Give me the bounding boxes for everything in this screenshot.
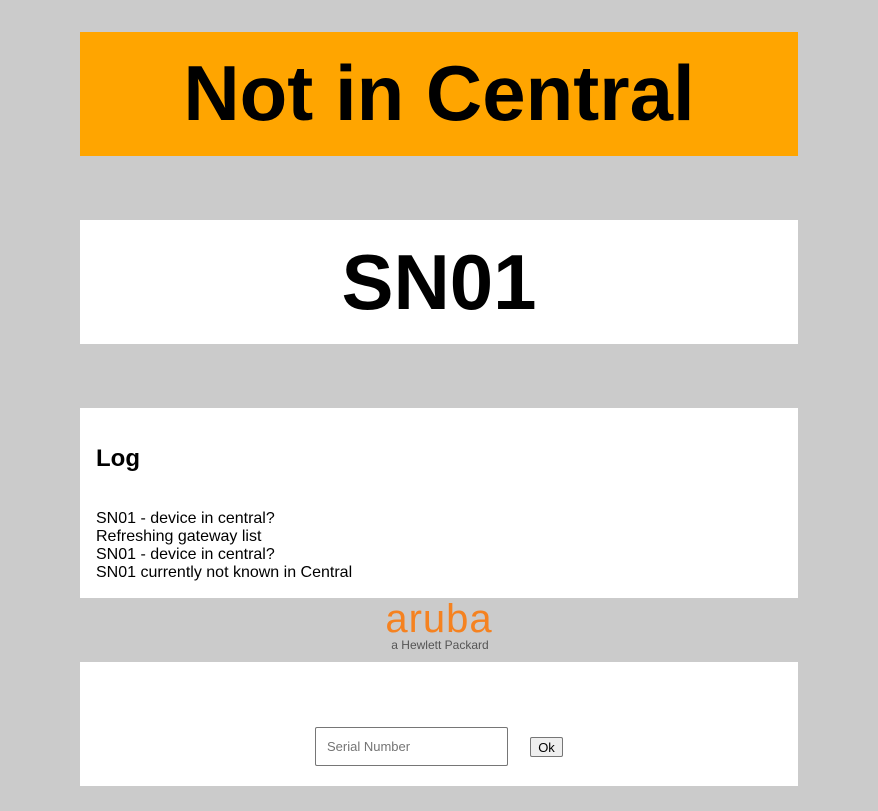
log-entry: SN01 - device in central?: [96, 546, 275, 563]
aruba-wordmark: aruba: [385, 602, 492, 640]
serial-form-panel: Ok: [80, 662, 798, 786]
serial-number-display: SN01: [341, 238, 537, 326]
logo-tagline: a Hewlett Packard: [391, 638, 489, 652]
logo-wordmark-text: aruba: [385, 602, 492, 640]
serial-display-panel: SN01: [80, 220, 798, 344]
log-list: SN01 - device in central? Refreshing gat…: [96, 510, 352, 582]
log-title: Log: [96, 445, 140, 472]
ok-button[interactable]: Ok: [530, 737, 563, 757]
status-banner: Not in Central: [80, 32, 798, 156]
log-panel: Log SN01 - device in central? Refreshing…: [80, 408, 798, 598]
serial-number-input[interactable]: [315, 727, 508, 766]
log-entry: SN01 - device in central?: [96, 510, 275, 527]
log-entry: Refreshing gateway list: [96, 528, 262, 545]
status-text: Not in Central: [183, 49, 695, 137]
log-entry: SN01 currently not known in Central: [96, 564, 353, 581]
aruba-logo: aruba a Hewlett Packard: [0, 598, 878, 662]
